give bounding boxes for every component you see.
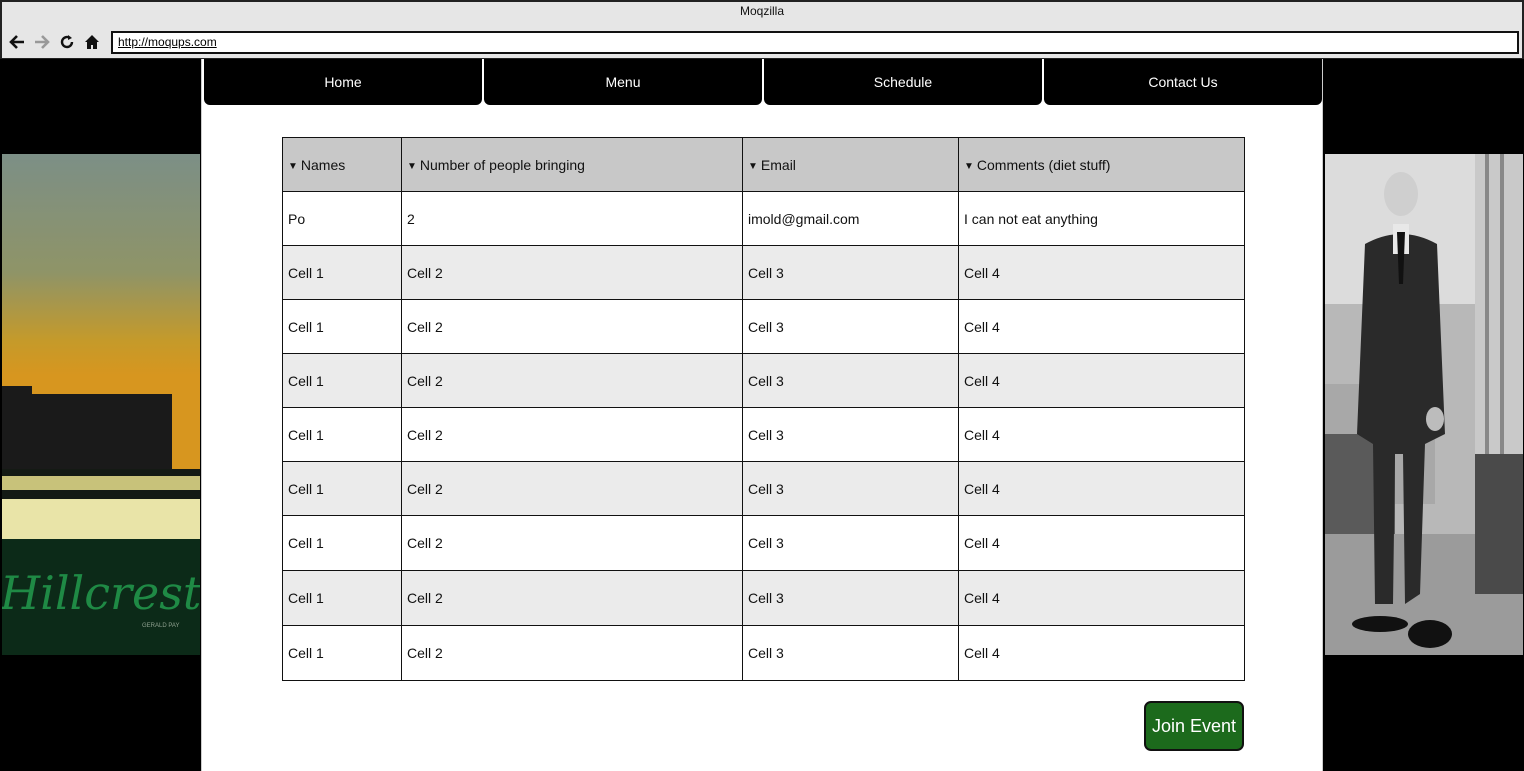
table-row: Cell 1 Cell 2 Cell 3 Cell 4 bbox=[282, 461, 1245, 516]
tab-menu[interactable]: Menu bbox=[484, 59, 762, 105]
table-row: Cell 1 Cell 2 Cell 3 Cell 4 bbox=[282, 245, 1245, 300]
table-cell: Cell 3 bbox=[742, 407, 959, 462]
tab-home[interactable]: Home bbox=[204, 59, 482, 105]
sort-down-triangle-icon: ▼ bbox=[748, 160, 758, 172]
table-cell: Cell 4 bbox=[958, 299, 1245, 354]
hillcrest-caption: Hillcrest bbox=[2, 566, 200, 620]
table-cell: Cell 4 bbox=[958, 461, 1245, 516]
table-cell: Cell 2 bbox=[401, 299, 743, 354]
nav-bar: Home Menu Schedule Contact Us bbox=[202, 59, 1324, 105]
portrait-photo bbox=[1325, 154, 1523, 655]
table-row: Cell 1 Cell 2 Cell 3 Cell 4 bbox=[282, 353, 1245, 408]
hillcrest-photo: Hillcrest GERALD PAY bbox=[2, 154, 200, 655]
table-cell: Cell 2 bbox=[401, 407, 743, 462]
table-cell: Cell 4 bbox=[958, 407, 1245, 462]
table-cell: Cell 1 bbox=[282, 625, 402, 681]
browser-window: Moqzilla http://moqups.com Hillcrest GER… bbox=[0, 0, 1524, 771]
table-cell: Po bbox=[282, 191, 402, 246]
column-header-people[interactable]: ▼ Number of people bringing bbox=[401, 137, 743, 192]
table-cell: 2 bbox=[401, 191, 743, 246]
table-cell: Cell 1 bbox=[282, 299, 402, 354]
table-cell: Cell 1 bbox=[282, 515, 402, 571]
table-cell: Cell 3 bbox=[742, 353, 959, 408]
table-cell: Cell 4 bbox=[958, 625, 1245, 681]
main-content: Home Menu Schedule Contact Us ▼ Names ▼ Nu… bbox=[201, 59, 1323, 771]
table-cell: Cell 1 bbox=[282, 245, 402, 300]
table-cell: Cell 2 bbox=[401, 570, 743, 626]
table-cell: Cell 1 bbox=[282, 461, 402, 516]
table-row: Cell 1 Cell 2 Cell 3 Cell 4 bbox=[282, 625, 1245, 681]
forward-arrow-icon[interactable] bbox=[33, 33, 51, 51]
table-row: Cell 1 Cell 2 Cell 3 Cell 4 bbox=[282, 570, 1245, 626]
column-header-comments[interactable]: ▼ Comments (diet stuff) bbox=[958, 137, 1245, 192]
home-icon[interactable] bbox=[83, 33, 101, 51]
table-row: Cell 1 Cell 2 Cell 3 Cell 4 bbox=[282, 299, 1245, 354]
table-cell: Cell 3 bbox=[742, 299, 959, 354]
table-cell: Cell 4 bbox=[958, 570, 1245, 626]
attendees-table: ▼ Names ▼ Number of people bringing ▼ Email… bbox=[282, 137, 1245, 681]
join-event-button[interactable]: Join Event bbox=[1144, 701, 1244, 751]
table-cell: Cell 4 bbox=[958, 353, 1245, 408]
window-title: Moqzilla bbox=[739, 4, 784, 18]
table-cell: Cell 2 bbox=[401, 625, 743, 681]
browser-nav-buttons bbox=[8, 31, 101, 53]
table-cell: Cell 3 bbox=[742, 245, 959, 300]
sort-down-triangle-icon: ▼ bbox=[964, 160, 974, 172]
hillcrest-credit: GERALD PAY bbox=[142, 623, 179, 629]
tab-contact-us[interactable]: Contact Us bbox=[1044, 59, 1322, 105]
column-header-email[interactable]: ▼ Email bbox=[742, 137, 959, 192]
table-cell: Cell 3 bbox=[742, 515, 959, 571]
browser-chrome: Moqzilla http://moqups.com bbox=[0, 0, 1524, 59]
table-cell: Cell 4 bbox=[958, 515, 1245, 571]
table-cell: Cell 2 bbox=[401, 515, 743, 571]
table-header-row: ▼ Names ▼ Number of people bringing ▼ Email… bbox=[282, 137, 1245, 192]
table-row: Cell 1 Cell 2 Cell 3 Cell 4 bbox=[282, 515, 1245, 571]
table-cell: Cell 4 bbox=[958, 245, 1245, 300]
table-cell: Cell 1 bbox=[282, 407, 402, 462]
table-cell: Cell 3 bbox=[742, 625, 959, 681]
table-cell: Cell 1 bbox=[282, 353, 402, 408]
table-cell: Cell 3 bbox=[742, 461, 959, 516]
table-cell: Cell 3 bbox=[742, 570, 959, 626]
column-header-names[interactable]: ▼ Names bbox=[282, 137, 402, 192]
reload-icon[interactable] bbox=[58, 33, 76, 51]
back-arrow-icon[interactable] bbox=[8, 33, 26, 51]
table-row: Cell 1 Cell 2 Cell 3 Cell 4 bbox=[282, 407, 1245, 462]
table-cell: Cell 2 bbox=[401, 245, 743, 300]
table-cell: Cell 2 bbox=[401, 353, 743, 408]
sort-down-triangle-icon: ▼ bbox=[288, 160, 298, 172]
sort-down-triangle-icon: ▼ bbox=[407, 160, 417, 172]
table-cell: I can not eat anything bbox=[958, 191, 1245, 246]
table-cell: imold@gmail.com bbox=[742, 191, 959, 246]
url-bar[interactable]: http://moqups.com bbox=[111, 31, 1519, 54]
table-cell: Cell 2 bbox=[401, 461, 743, 516]
tab-schedule[interactable]: Schedule bbox=[764, 59, 1042, 105]
table-cell: Cell 1 bbox=[282, 570, 402, 626]
table-row: Po 2 imold@gmail.com I can not eat anyth… bbox=[282, 191, 1245, 246]
